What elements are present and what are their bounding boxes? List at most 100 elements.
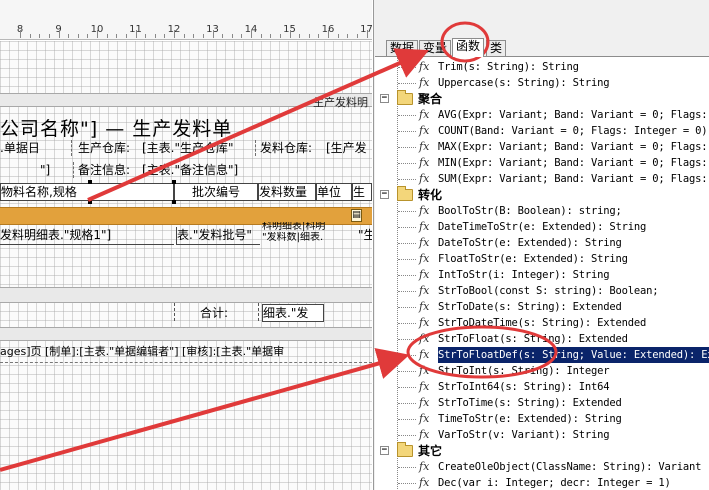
detail-batch-field[interactable]: 表."发料批号" bbox=[176, 227, 260, 245]
group-footer-band[interactable] bbox=[0, 287, 372, 303]
tab-variables[interactable]: 变量 bbox=[419, 40, 452, 56]
function-item[interactable]: fx StrToFloat(s: String): Extended bbox=[375, 331, 709, 347]
ruler-tick bbox=[77, 34, 79, 38]
column-header-unit[interactable]: 单位 bbox=[316, 183, 352, 201]
function-icon: fx bbox=[419, 348, 430, 361]
function-tree[interactable]: fx Trim(s: String): String fx Uppercase(s: … bbox=[375, 56, 709, 490]
function-signature: BoolToStr(B: Boolean): string; bbox=[438, 205, 622, 217]
selection-handle[interactable] bbox=[172, 200, 176, 204]
function-item[interactable]: fx StrToInt64(s: String): Int64 bbox=[375, 379, 709, 395]
ruler-tick bbox=[193, 34, 195, 38]
column-header-batch[interactable]: 批次编号 bbox=[174, 183, 258, 201]
page-footer-band[interactable] bbox=[0, 327, 372, 341]
tree-category[interactable]: − 转化 bbox=[375, 186, 709, 203]
tree-connector bbox=[398, 211, 416, 212]
function-item[interactable]: fx CreateOleObject(ClassName: String): Va… bbox=[375, 459, 709, 475]
function-item[interactable]: fx AVG(Expr: Variant; Band: Variant = 0; … bbox=[375, 107, 709, 123]
collapse-icon[interactable]: − bbox=[380, 190, 389, 199]
band-settings-icon[interactable]: ▤ bbox=[351, 209, 362, 222]
data-tree-panel[interactable]: 数据 变量 函数 类 fx Trim(s: String): String fx Up… bbox=[373, 0, 709, 490]
function-item[interactable]: fx Uppercase(s: String): String bbox=[375, 75, 709, 91]
function-item[interactable]: fx BoolToStr(B: Boolean): string; bbox=[375, 203, 709, 219]
function-item[interactable]: fx StrToTime(s: String): Extended bbox=[375, 395, 709, 411]
column-header-material[interactable]: 物料名称,规格 bbox=[0, 183, 174, 201]
remark-label: 备注信息: bbox=[78, 163, 131, 177]
ruler-tick bbox=[106, 34, 108, 38]
tree-connector bbox=[398, 243, 416, 244]
report-title[interactable]: 公司名称"] — 生产发料单 bbox=[0, 114, 232, 141]
ruler-tick bbox=[279, 34, 281, 38]
report-designer[interactable]: 891011121314151617 生产发料明 公司名称"] — 生产发料单 … bbox=[0, 0, 372, 490]
detail-qty-field-top[interactable]: 科明细表|科明 bbox=[262, 222, 358, 232]
function-item[interactable]: fx IntToStr(i: Integer): String bbox=[375, 267, 709, 283]
function-item[interactable]: fx StrToDate(s: String): Extended bbox=[375, 299, 709, 315]
collapse-icon[interactable]: − bbox=[380, 94, 389, 103]
ruler-tick bbox=[308, 34, 310, 38]
detail-spec-field[interactable]: 发料明细表."规格1"] bbox=[0, 227, 174, 245]
column-header-extra[interactable]: 生 bbox=[352, 183, 372, 201]
function-item[interactable]: fx StrToBool(const S: string): Boolean; bbox=[375, 283, 709, 299]
function-icon: fx bbox=[419, 460, 430, 473]
selection-handle[interactable] bbox=[172, 180, 176, 184]
page-footer-text[interactable]: ages]页 [制单]:[主表."单据编辑者"] [审核]:[主表."单据审 bbox=[0, 344, 372, 360]
design-canvas[interactable]: 生产发料明 公司名称"] — 生产发料单 .单据日 生产仓库: [主表."生产仓… bbox=[0, 41, 372, 490]
total-value-field[interactable]: 细表."发 bbox=[262, 304, 324, 322]
function-item[interactable]: fx COUNT(Band: Variant = 0; Flags: Intege… bbox=[375, 123, 709, 139]
ruler-tick bbox=[299, 34, 301, 38]
function-icon: fx bbox=[419, 316, 430, 329]
ruler-tick bbox=[116, 34, 118, 38]
detail-last-field[interactable]: "生 bbox=[358, 227, 372, 245]
function-item[interactable]: fx SUM(Expr: Variant; Band: Variant = 0; … bbox=[375, 171, 709, 187]
tab-functions[interactable]: 函数 bbox=[452, 38, 485, 57]
tree-connector bbox=[398, 275, 416, 276]
function-item[interactable]: fx StrToDateTime(s: String): Extended bbox=[375, 315, 709, 331]
panel-tabs: 数据 变量 函数 类 bbox=[374, 36, 709, 57]
tab-data[interactable]: 数据 bbox=[386, 40, 419, 56]
function-item-selected[interactable]: fx StrToFloatDef(s: String; Value: Extend… bbox=[375, 347, 709, 363]
function-icon: fx bbox=[419, 252, 430, 265]
function-item[interactable]: fx TimeToStr(e: Extended): String bbox=[375, 411, 709, 427]
function-item[interactable]: fx StrToInt(s: String): Integer bbox=[375, 363, 709, 379]
tree-connector bbox=[398, 227, 416, 228]
function-signature: StrToDateTime(s: String): Extended bbox=[438, 317, 647, 329]
function-item[interactable]: fx DateToStr(e: Extended): String bbox=[375, 235, 709, 251]
function-icon: fx bbox=[419, 172, 430, 185]
tab-classes[interactable]: 类 bbox=[486, 40, 507, 56]
function-icon: fx bbox=[419, 396, 430, 409]
function-item[interactable]: fx Dec(var i: Integer; decr: Integer = 1) bbox=[375, 475, 709, 490]
remark-value-field[interactable]: [主表."备注信息"] bbox=[142, 162, 272, 178]
tree-category[interactable]: − 其它 bbox=[375, 442, 709, 459]
collapse-icon[interactable]: − bbox=[380, 446, 389, 455]
warehouse-value-field[interactable]: [主表."生产仓库" bbox=[142, 140, 256, 156]
function-signature: FloatToStr(e: Extended): String bbox=[438, 253, 628, 265]
function-item[interactable]: fx DateTimeToStr(e: Extended): String bbox=[375, 219, 709, 235]
function-item[interactable]: fx FloatToStr(e: Extended): String bbox=[375, 251, 709, 267]
band-label: 生产发料明 bbox=[313, 96, 368, 109]
function-signature: IntToStr(i: Integer): String bbox=[438, 269, 610, 281]
folder-icon bbox=[397, 90, 413, 105]
ruler-tick bbox=[231, 34, 233, 38]
tree-connector bbox=[398, 419, 416, 420]
report-title-band[interactable]: 生产发料明 bbox=[0, 93, 372, 109]
detail-qty-field-bottom[interactable]: "发料数|细表. bbox=[262, 232, 358, 244]
ruler-tick bbox=[39, 34, 41, 38]
function-signature: Dec(var i: Integer; decr: Integer = 1) bbox=[438, 477, 671, 489]
issue-warehouse-field[interactable]: [生产发 bbox=[326, 140, 372, 156]
ruler-tick bbox=[87, 34, 89, 38]
function-item[interactable]: fx MAX(Expr: Variant; Band: Variant = 0; … bbox=[375, 139, 709, 155]
date-field[interactable]: .单据日 bbox=[0, 140, 72, 156]
selection-handle[interactable] bbox=[88, 200, 92, 204]
tree-category[interactable]: − 聚合 bbox=[375, 90, 709, 107]
ruler-tick bbox=[174, 30, 175, 38]
column-header-qty[interactable]: 发料数量 bbox=[258, 183, 316, 201]
function-signature: COUNT(Band: Variant = 0; Flags: Integer … bbox=[438, 125, 709, 137]
selection-handle[interactable] bbox=[88, 180, 92, 184]
bracket-field[interactable]: "] bbox=[40, 162, 74, 178]
tree-connector bbox=[398, 371, 416, 372]
function-item[interactable]: fx Trim(s: String): String bbox=[375, 59, 709, 75]
function-item[interactable]: fx MIN(Expr: Variant; Band: Variant = 0; … bbox=[375, 155, 709, 171]
function-item[interactable]: fx VarToStr(v: Variant): String bbox=[375, 427, 709, 443]
ruler-tick bbox=[241, 34, 243, 38]
function-icon: fx bbox=[419, 380, 430, 393]
function-signature: StrToBool(const S: string): Boolean; bbox=[438, 285, 659, 297]
